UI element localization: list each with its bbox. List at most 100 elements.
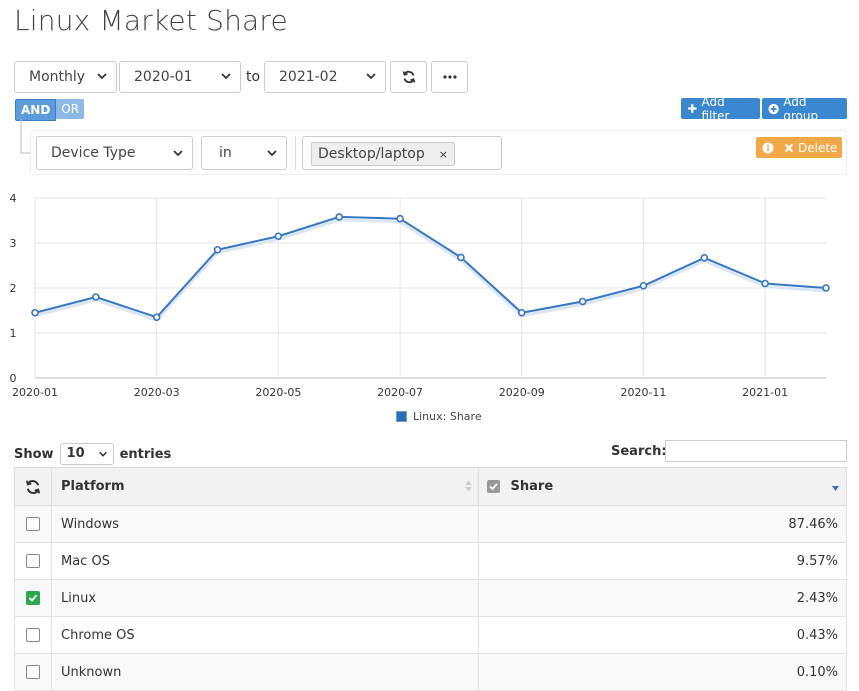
plus-circle-icon xyxy=(768,103,779,114)
chevron-down-icon xyxy=(221,73,231,80)
entries-select[interactable]: 10 xyxy=(59,443,114,465)
row-checkbox-checked[interactable] xyxy=(26,591,40,605)
tag-remove-button[interactable]: × xyxy=(439,148,448,161)
data-point xyxy=(639,281,648,290)
column-header-share[interactable]: Share xyxy=(478,467,847,506)
row-checkbox[interactable] xyxy=(26,665,40,679)
x-tick-label: 2020-09 xyxy=(499,386,545,399)
chart-grid xyxy=(34,197,826,379)
line-chart: 2020-01 2020-03 2020-05 2020-07 2020-09 2020-… xyxy=(10,192,830,399)
info-icon xyxy=(762,142,774,153)
ellipsis-icon xyxy=(442,75,457,79)
column-header-label: Platform xyxy=(61,479,125,494)
x-tick-label: 2020-03 xyxy=(134,386,180,399)
chevron-down-icon xyxy=(97,73,107,80)
sort-icon xyxy=(465,480,472,492)
period-select[interactable]: Monthly xyxy=(14,61,117,93)
data-point xyxy=(152,313,161,322)
search-label: Search: xyxy=(611,444,667,459)
data-point xyxy=(31,308,39,317)
y-axis-labels: 0 1 2 3 4 xyxy=(10,192,17,385)
data-point xyxy=(517,308,526,317)
table-row[interactable]: Unknown 0.10% xyxy=(14,653,847,691)
to-label: to xyxy=(246,69,261,85)
entries-label: entries xyxy=(119,446,172,462)
to-date-select[interactable]: 2021-02 xyxy=(264,61,386,93)
legend-swatch xyxy=(396,411,407,422)
add-group-button[interactable]: Add group xyxy=(762,95,847,123)
data-point xyxy=(335,213,344,221)
cell-share: 2.43% xyxy=(478,579,847,617)
x-tick-label: 2020-05 xyxy=(255,386,301,399)
x-tick-label: 2020-11 xyxy=(620,386,666,399)
chevron-down-icon xyxy=(366,73,376,80)
chevron-down-icon xyxy=(173,150,183,157)
value-multiselect[interactable]: Desktop/laptop × xyxy=(302,136,502,170)
field-select-value: Device Type xyxy=(51,145,136,161)
delete-rule-button[interactable]: Delete xyxy=(756,137,842,158)
operator-select-value: in xyxy=(219,145,232,161)
row-checkbox[interactable] xyxy=(26,628,40,642)
select-all-header[interactable] xyxy=(14,467,52,506)
column-header-platform[interactable]: Platform xyxy=(51,467,479,506)
to-date-value: 2021-02 xyxy=(279,69,338,85)
series-line-linux xyxy=(34,215,827,319)
series-shadow xyxy=(34,218,827,322)
add-group-label: Add group xyxy=(783,94,819,123)
page-title: Linux Market Share xyxy=(14,4,288,37)
or-button[interactable]: OR xyxy=(56,99,85,119)
x-tick-label: 2021-01 xyxy=(742,386,788,399)
data-point xyxy=(761,279,769,288)
from-date-select[interactable]: 2020-01 xyxy=(119,61,241,93)
and-or-toggle: AND OR xyxy=(15,99,85,121)
y-tick-label: 0 xyxy=(10,372,17,385)
more-options-button[interactable] xyxy=(431,61,468,93)
data-point xyxy=(213,245,222,254)
cell-share: 0.10% xyxy=(478,653,847,691)
data-table: Platform Share Windows 87.46% Mac OS 9.5… xyxy=(14,467,847,691)
data-point xyxy=(822,284,830,292)
add-filter-button[interactable]: Add filter xyxy=(681,95,760,123)
refresh-icon xyxy=(402,70,415,84)
chevron-down-icon xyxy=(98,451,107,457)
cell-share: 9.57% xyxy=(478,542,847,580)
refresh-button[interactable] xyxy=(390,61,427,93)
search-input[interactable] xyxy=(665,440,847,462)
data-point xyxy=(92,293,100,301)
show-label: Show xyxy=(14,446,54,462)
x-axis-labels: 2020-01 2020-03 2020-05 2020-07 2020-09 2020-… xyxy=(12,386,788,399)
row-checkbox[interactable] xyxy=(26,517,40,531)
cell-platform: Linux xyxy=(51,579,479,617)
cell-share: 87.46% xyxy=(478,505,847,543)
checkbox-icon xyxy=(487,480,500,493)
cell-platform: Chrome OS xyxy=(51,616,479,654)
column-header-label: Share xyxy=(510,479,554,494)
cell-platform: Windows xyxy=(51,505,479,543)
table-row[interactable]: Linux 2.43% xyxy=(14,579,847,617)
x-tick-label: 2020-01 xyxy=(12,386,58,399)
divider xyxy=(295,136,296,170)
data-point xyxy=(457,253,465,262)
table-row[interactable]: Windows 87.46% xyxy=(14,505,847,543)
close-icon xyxy=(784,143,794,152)
legend-label: Linux: Share xyxy=(413,410,482,423)
table-row[interactable]: Chrome OS 0.43% xyxy=(14,616,847,654)
cell-share: 0.43% xyxy=(478,616,847,654)
sort-desc-icon xyxy=(832,486,839,491)
table-row[interactable]: Mac OS 9.57% xyxy=(14,542,847,580)
entries-control: Show 10 entries xyxy=(14,443,171,465)
chart-legend[interactable]: Linux: Share xyxy=(396,410,482,423)
and-button[interactable]: AND xyxy=(15,99,57,121)
entries-value: 10 xyxy=(66,446,85,461)
field-select[interactable]: Device Type xyxy=(36,136,193,170)
refresh-icon xyxy=(25,479,41,494)
y-tick-label: 3 xyxy=(10,237,17,250)
row-checkbox[interactable] xyxy=(26,554,40,568)
delete-label: Delete xyxy=(798,140,838,155)
value-tag-label: Desktop/laptop xyxy=(318,146,425,162)
cell-platform: Mac OS xyxy=(51,542,479,580)
y-tick-label: 2 xyxy=(10,282,17,295)
operator-select[interactable]: in xyxy=(201,136,287,170)
data-point xyxy=(700,254,709,262)
value-tag: Desktop/laptop × xyxy=(311,142,455,166)
